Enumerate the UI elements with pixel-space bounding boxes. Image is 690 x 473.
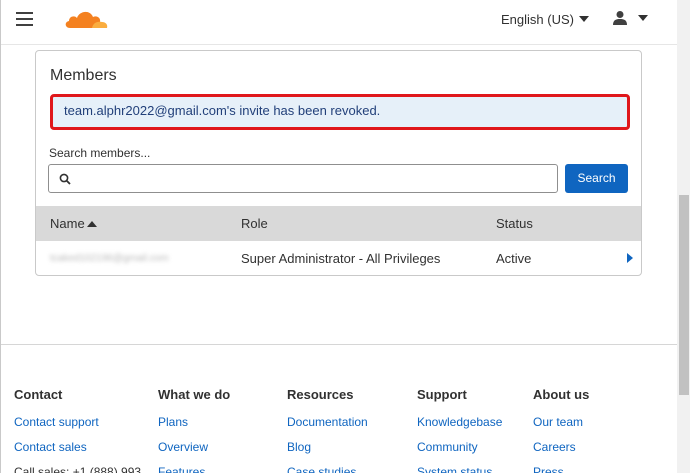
- scrollbar-thumb[interactable]: [679, 195, 689, 395]
- footer-column-support: Support Knowledgebase Community System s…: [417, 387, 502, 473]
- footer-link[interactable]: Knowledgebase: [417, 415, 502, 430]
- footer-link[interactable]: Overview: [158, 440, 230, 455]
- footer-link[interactable]: System status: [417, 465, 502, 473]
- sort-ascending-icon: [86, 221, 97, 227]
- column-header-role: Role: [241, 216, 268, 231]
- footer-link[interactable]: Features: [158, 465, 230, 473]
- footer-link[interactable]: Documentation: [287, 415, 368, 430]
- search-members-label: Search members...: [49, 146, 151, 160]
- language-selector[interactable]: English (US): [501, 12, 589, 27]
- header-divider: [1, 44, 677, 45]
- footer-column-about-us: About us Our team Careers Press: [533, 387, 589, 473]
- search-icon: [59, 173, 71, 185]
- member-email: tcaked102196@gmail.com: [50, 253, 169, 264]
- chevron-down-icon: [578, 16, 589, 22]
- revoked-invite-alert: team.alphr2022@gmail.com's invite has be…: [50, 94, 630, 130]
- footer-heading: About us: [533, 387, 590, 402]
- member-status: Active: [496, 251, 532, 266]
- footer-link[interactable]: Blog: [287, 440, 368, 455]
- chevron-down-icon: [638, 15, 648, 21]
- vertical-scrollbar[interactable]: [677, 0, 690, 473]
- footer-link[interactable]: Case studies: [287, 465, 368, 473]
- search-members-input[interactable]: [48, 164, 558, 193]
- footer-heading: Support: [417, 387, 467, 402]
- footer-column-contact: Contact Contact support Contact sales Ca…: [14, 387, 141, 473]
- footer-heading: Contact: [14, 387, 63, 402]
- footer-column-resources: Resources Documentation Blog Case studie…: [287, 387, 368, 473]
- member-role: Super Administrator - All Privileges: [241, 251, 441, 266]
- footer-link[interactable]: Community: [417, 440, 502, 455]
- expand-row-arrow-icon[interactable]: [627, 253, 633, 263]
- language-label: English (US): [501, 12, 574, 27]
- footer-link[interactable]: Contact sales: [14, 440, 141, 455]
- search-button[interactable]: Search: [565, 164, 628, 193]
- user-icon: [613, 11, 627, 25]
- members-table-header: Name Role Status: [36, 206, 641, 241]
- footer-link[interactable]: Our team: [533, 415, 589, 430]
- footer-heading: Resources: [287, 387, 354, 402]
- hamburger-menu-icon[interactable]: [16, 12, 33, 26]
- footer-column-what-we-do: What we do Plans Overview Features: [158, 387, 230, 473]
- footer-link[interactable]: Plans: [158, 415, 230, 430]
- footer-link[interactable]: Press: [533, 465, 589, 473]
- table-row[interactable]: tcaked102196@gmail.com Super Administrat…: [36, 241, 641, 275]
- footer-divider: [1, 344, 677, 345]
- cloudflare-logo-icon[interactable]: [62, 7, 110, 31]
- footer-phone-text: Call sales: +1 (888) 993: [14, 465, 142, 473]
- user-menu[interactable]: [612, 10, 648, 26]
- footer-link[interactable]: Careers: [533, 440, 589, 455]
- members-card: Members team.alphr2022@gmail.com's invit…: [35, 50, 642, 276]
- top-bar: English (US): [1, 0, 677, 42]
- footer-heading: What we do: [158, 387, 231, 402]
- members-title: Members: [50, 67, 117, 84]
- column-header-name[interactable]: Name: [50, 216, 97, 231]
- column-header-name-label: Name: [50, 216, 85, 231]
- column-header-status: Status: [496, 216, 533, 231]
- footer-link[interactable]: Contact support: [14, 415, 141, 430]
